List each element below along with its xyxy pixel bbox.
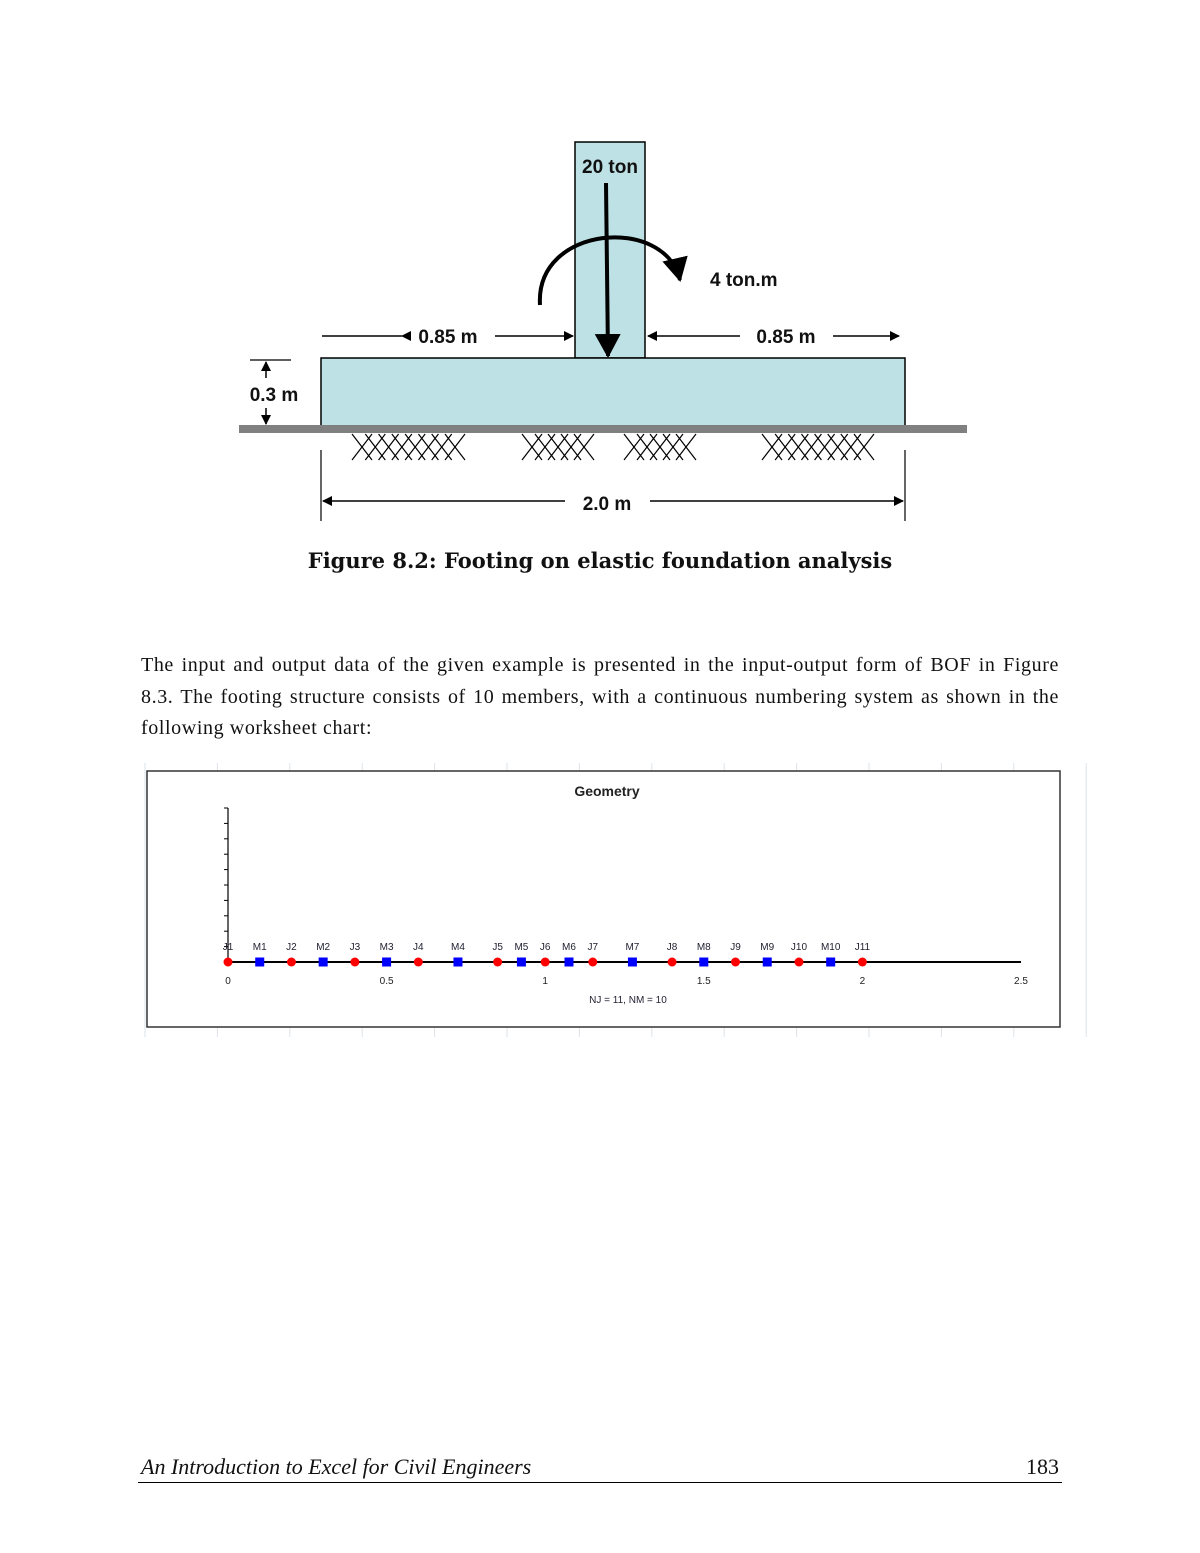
thickness-label: 0.3 m	[250, 385, 299, 406]
member-label: M2	[316, 942, 330, 953]
joint-point	[588, 957, 598, 967]
member-label: M7	[625, 942, 639, 953]
joint-point	[794, 957, 804, 967]
joint-label: J10	[791, 942, 808, 953]
member-label: M4	[451, 942, 465, 953]
moment-label: 4 ton.m	[710, 270, 778, 291]
chart-title: Geometry	[574, 783, 640, 799]
left-dimension-label: 0.85 m	[418, 327, 477, 348]
joint-label: J11	[855, 942, 871, 953]
joint-label: J5	[492, 942, 503, 953]
footing	[320, 357, 906, 427]
member-point	[453, 957, 463, 967]
member-point	[699, 957, 709, 967]
joint-point	[667, 957, 677, 967]
figure-caption: Figure 8.2: Footing on elastic foundatio…	[307, 548, 893, 573]
joint-point	[350, 957, 360, 967]
load-label: 20 ton	[582, 157, 638, 178]
joint-point	[493, 957, 503, 967]
joint-point	[413, 957, 423, 967]
joint-label: J1	[223, 942, 234, 953]
member-label: M10	[821, 942, 841, 953]
joint-label: J9	[730, 942, 741, 953]
member-point	[318, 957, 328, 967]
x-axis-label: NJ = 11, NM = 10	[589, 995, 667, 1006]
x-tick-label: 0	[225, 976, 231, 987]
joint-label: J4	[413, 942, 424, 953]
footing-diagram: 20 ton 4 ton.m 0.85 m 0.85 m 0.3 m 2.0 m	[239, 141, 967, 521]
x-tick-label: 2.5	[1014, 976, 1028, 987]
x-tick-label: 0.5	[380, 976, 394, 987]
joint-label: J7	[587, 942, 598, 953]
right-dimension-label: 0.85 m	[756, 327, 815, 348]
member-point	[255, 957, 265, 967]
joint-point	[286, 957, 296, 967]
width-label: 2.0 m	[583, 494, 632, 515]
member-point	[826, 957, 836, 967]
member-point	[382, 957, 392, 967]
x-tick-label: 1.5	[697, 976, 711, 987]
member-label: M5	[514, 942, 528, 953]
body-paragraph: The input and output data of the given e…	[141, 654, 1059, 739]
joint-point	[540, 957, 550, 967]
member-label: M6	[562, 942, 576, 953]
soil-springs	[351, 433, 875, 461]
footer-book-title: An Introduction to Excel for Civil Engin…	[141, 1454, 532, 1479]
member-point	[516, 957, 526, 967]
x-tick-label: 2	[860, 976, 866, 987]
joint-label: J3	[350, 942, 361, 953]
joint-point	[223, 957, 233, 967]
member-label: M3	[380, 942, 394, 953]
joint-point	[857, 957, 867, 967]
document-page: 20 ton 4 ton.m 0.85 m 0.85 m 0.3 m 2.0 m…	[0, 0, 1200, 1553]
joint-label: J2	[286, 942, 297, 953]
member-label: M8	[697, 942, 711, 953]
ground-line	[239, 425, 967, 433]
chart-border	[146, 770, 1061, 1028]
x-tick-label: 1	[542, 976, 548, 987]
joint-label: J6	[540, 942, 551, 953]
member-label: M9	[760, 942, 774, 953]
member-point	[627, 957, 637, 967]
joint-label: J8	[667, 942, 678, 953]
geometry-chart: Geometry 0 0.5 1 1.5 2 2.5 J1 J2 J3 J4 J5 J6 J7 J8 J9 J…	[144, 763, 1087, 1037]
joint-point	[731, 957, 741, 967]
member-point	[762, 957, 772, 967]
footer-rule	[138, 1482, 1062, 1483]
member-label: M1	[253, 942, 267, 953]
load-arrow	[594, 182, 621, 358]
page-number: 183	[1026, 1454, 1059, 1479]
member-point	[564, 957, 574, 967]
